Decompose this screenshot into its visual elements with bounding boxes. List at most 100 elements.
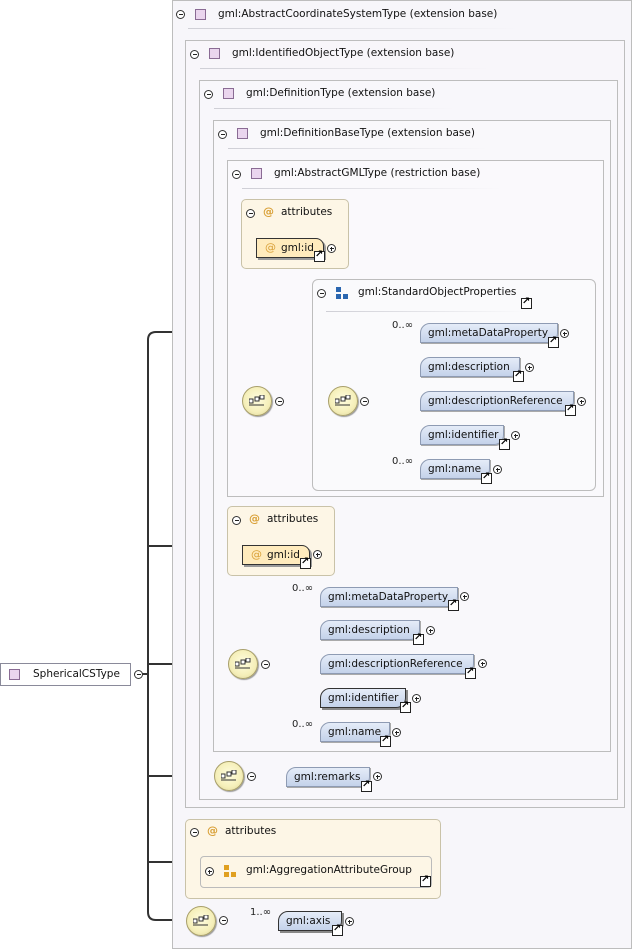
link-icon[interactable]: [548, 335, 559, 348]
expand-icon[interactable]: [327, 244, 336, 253]
separator: [326, 311, 526, 312]
group-title: gml:StandardObjectProperties: [358, 286, 517, 298]
element-metadata-property[interactable]: gml:metaDataProperty: [320, 587, 458, 607]
element-description[interactable]: gml:description: [320, 620, 420, 640]
link-icon[interactable]: [420, 874, 431, 887]
element-name-label: gml:name: [328, 726, 382, 738]
expand-icon[interactable]: [525, 363, 534, 372]
attribute-name: gml:id: [281, 242, 314, 254]
group-icon: [336, 287, 348, 299]
link-icon[interactable]: [380, 734, 391, 747]
expand-icon[interactable]: [511, 431, 520, 440]
root-type-name: SphericalCSType: [33, 668, 120, 680]
cardinality-label: 0..∞: [392, 320, 414, 331]
element-name: gml:axis: [286, 915, 331, 927]
cardinality-label: 1..∞: [250, 907, 272, 918]
element-name: gml:descriptionReference: [328, 658, 463, 670]
expand-icon[interactable]: [345, 917, 354, 926]
link-icon[interactable]: [300, 556, 311, 569]
expand-icon[interactable]: [577, 397, 586, 406]
separator: [200, 68, 490, 69]
element-remarks[interactable]: gml:remarks: [286, 767, 370, 787]
link-icon[interactable]: [513, 369, 524, 382]
frame-title-definition-base: gml:DefinitionBaseType (extension base): [260, 127, 475, 139]
element-name: gml:identifier: [428, 429, 499, 441]
element-name-label: gml:name: [428, 463, 482, 475]
element-name: gml:metaDataProperty: [328, 591, 449, 603]
complex-type-icon: [251, 168, 262, 179]
cardinality-label: 0..∞: [292, 719, 314, 730]
expand-icon[interactable]: [493, 465, 502, 474]
link-icon[interactable]: [413, 632, 424, 645]
collapse-icon[interactable]: [246, 209, 255, 218]
link-icon[interactable]: [565, 403, 576, 416]
expand-icon[interactable]: [560, 329, 569, 338]
link-icon[interactable]: [521, 296, 532, 309]
collapse-icon[interactable]: [232, 516, 241, 525]
sequence-compositor[interactable]: [186, 906, 216, 936]
link-icon[interactable]: [481, 471, 492, 484]
attribute-icon: @: [249, 512, 260, 525]
link-icon[interactable]: [448, 598, 459, 611]
element-name[interactable]: gml:name: [420, 459, 490, 479]
collapse-icon[interactable]: [247, 772, 256, 781]
collapse-icon[interactable]: [317, 289, 326, 298]
element-description-reference[interactable]: gml:descriptionReference: [420, 391, 574, 411]
collapse-icon[interactable]: [176, 10, 185, 19]
collapse-icon[interactable]: [232, 170, 241, 179]
sequence-compositor-inner[interactable]: [328, 386, 358, 416]
cardinality-label: 0..∞: [292, 583, 314, 594]
collapse-icon[interactable]: [275, 397, 284, 406]
separator: [242, 188, 502, 189]
expand-icon[interactable]: [205, 867, 214, 876]
element-name: gml:descriptionReference: [428, 395, 563, 407]
sequence-compositor-outer[interactable]: [242, 386, 272, 416]
expand-icon[interactable]: [460, 592, 469, 601]
attribute-icon: @: [251, 548, 262, 561]
element-description[interactable]: gml:description: [420, 357, 520, 377]
sequence-compositor[interactable]: [228, 649, 258, 679]
element-metadata-property[interactable]: gml:metaDataProperty: [420, 323, 558, 343]
frame-title-definition: gml:DefinitionType (extension base): [246, 87, 436, 99]
expand-icon[interactable]: [426, 626, 435, 635]
link-icon[interactable]: [465, 666, 476, 679]
sequence-compositor[interactable]: [214, 761, 244, 791]
expand-icon[interactable]: [313, 550, 322, 559]
expand-icon[interactable]: [412, 694, 421, 703]
collapse-icon[interactable]: [218, 130, 227, 139]
element-description-reference[interactable]: gml:descriptionReference: [320, 654, 474, 674]
attribute-icon: @: [263, 205, 274, 218]
expand-icon[interactable]: [392, 728, 401, 737]
collapse-icon[interactable]: [261, 660, 270, 669]
attributes-label: attributes: [267, 513, 319, 525]
complex-type-icon: [209, 48, 220, 59]
element-identifier[interactable]: gml:identifier: [420, 425, 504, 445]
collapse-icon[interactable]: [190, 828, 199, 837]
frame-title-abstract-gml: gml:AbstractGMLType (restriction base): [274, 167, 481, 179]
separator: [188, 28, 518, 29]
collapse-icon[interactable]: [360, 397, 369, 406]
link-icon[interactable]: [332, 923, 343, 936]
collapse-icon[interactable]: [190, 50, 199, 59]
expand-icon[interactable]: [373, 772, 382, 781]
cardinality-label: 0..∞: [392, 456, 414, 467]
root-type-box[interactable]: SphericalCSType: [0, 663, 131, 686]
link-icon[interactable]: [361, 779, 372, 792]
frame-title-identified: gml:IdentifiedObjectType (extension base…: [232, 47, 455, 59]
attribute-group-icon: [224, 865, 236, 877]
element-name: gml:description: [328, 624, 410, 636]
element-identifier[interactable]: gml:identifier: [320, 688, 406, 708]
collapse-icon[interactable]: [134, 670, 143, 679]
element-name: gml:description: [428, 361, 510, 373]
complex-type-icon: [195, 9, 206, 20]
attribute-name: gml:id: [267, 549, 300, 561]
expand-icon[interactable]: [478, 659, 487, 668]
collapse-icon[interactable]: [204, 90, 213, 99]
attributes-label: attributes: [281, 206, 333, 218]
link-icon[interactable]: [400, 700, 411, 713]
collapse-icon[interactable]: [219, 916, 228, 925]
link-icon[interactable]: [314, 249, 325, 262]
link-icon[interactable]: [499, 437, 510, 450]
frame-title-abstract-cs: gml:AbstractCoordinateSystemType (extens…: [218, 8, 498, 20]
attribute-icon: @: [265, 241, 276, 254]
